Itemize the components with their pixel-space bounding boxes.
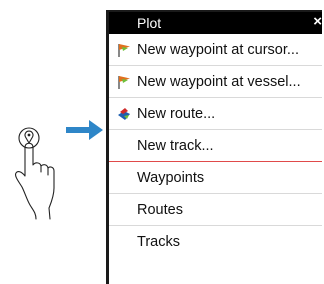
menu-item-routes[interactable]: Routes: [109, 194, 322, 226]
menu-header: Plot ×: [109, 12, 322, 34]
menu-title: Plot: [137, 15, 162, 31]
menu-item-label: New waypoint at cursor...: [137, 41, 299, 58]
route-icon: [118, 108, 130, 120]
menu-item-new-waypoint-at-vessel[interactable]: New waypoint at vessel...: [109, 66, 322, 98]
close-icon[interactable]: ×: [313, 13, 322, 30]
menu-item-label: Routes: [137, 201, 183, 218]
menu-item-new-track[interactable]: New track...: [109, 130, 322, 162]
plot-menu: Plot × New waypoint at cursor... New way…: [106, 10, 322, 284]
menu-item-label: New track...: [137, 137, 214, 154]
menu-item-new-waypoint-at-cursor[interactable]: New waypoint at cursor...: [109, 34, 322, 66]
arrow-right-icon: [66, 120, 103, 140]
menu-item-new-route[interactable]: New route...: [109, 98, 322, 130]
menu-item-label: New route...: [137, 105, 216, 122]
waypoint-flag-icon: [118, 44, 130, 57]
menu-item-label: Tracks: [137, 234, 180, 250]
menu-item-waypoints[interactable]: Waypoints: [109, 162, 322, 194]
waypoint-flag-icon: [118, 76, 130, 89]
menu-item-label: New waypoint at vessel...: [137, 73, 301, 90]
menu-item-tracks[interactable]: Tracks: [109, 226, 322, 258]
menu-item-label: Waypoints: [137, 169, 205, 186]
